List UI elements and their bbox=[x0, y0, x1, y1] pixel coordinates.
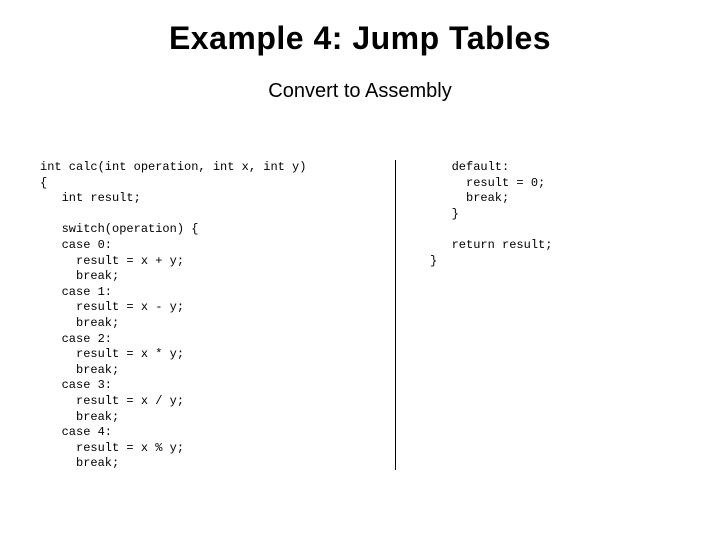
slide: Example 4: Jump Tables Convert to Assemb… bbox=[0, 0, 720, 540]
code-block-right: default: result = 0; break; } return res… bbox=[430, 160, 670, 269]
slide-title: Example 4: Jump Tables bbox=[0, 20, 720, 57]
slide-subtitle: Convert to Assembly bbox=[0, 80, 720, 103]
code-block-left: int calc(int operation, int x, int y) { … bbox=[40, 160, 380, 472]
column-divider bbox=[395, 160, 396, 470]
